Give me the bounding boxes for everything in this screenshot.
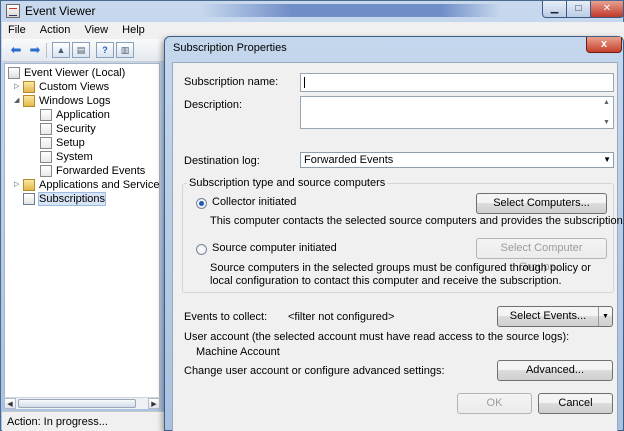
tree-item-subscriptions[interactable]: Subscriptions [23, 192, 107, 206]
dialog-body: Subscription name: Description: ▲ ▼ Dest… [172, 62, 624, 431]
collector-initiated-description: This computer contacts the selected sour… [210, 215, 624, 227]
description-scrollbar[interactable]: ▲ ▼ [601, 97, 613, 128]
log-icon [40, 151, 52, 163]
scrollbar-thumb[interactable] [18, 399, 136, 408]
tree-item-event-viewer-local[interactable]: Event Viewer (Local) [8, 66, 125, 80]
events-to-collect-label: Events to collect: [184, 311, 268, 323]
menu-action[interactable]: Action [34, 22, 76, 36]
source-initiated-radio[interactable] [196, 244, 207, 255]
source-initiated-description-line1: Source computers in the selected groups … [210, 262, 591, 274]
log-icon [40, 123, 52, 135]
select-computers-button[interactable]: Select Computers... [476, 193, 607, 214]
folder-icon [23, 179, 35, 191]
help-icon[interactable]: ? [96, 42, 114, 58]
subscriptions-icon [23, 193, 35, 205]
back-arrow-icon[interactable]: ⬅ [7, 42, 25, 58]
title-bar[interactable]: Event Viewer [1, 1, 623, 21]
destination-log-value: Forwarded Events [304, 154, 394, 166]
folder-icon [23, 81, 35, 93]
forward-arrow-icon[interactable]: ➡ [26, 42, 44, 58]
cancel-button[interactable]: Cancel [538, 393, 613, 414]
expand-icon[interactable]: ▷ [14, 80, 23, 94]
subscription-name-label: Subscription name: [184, 76, 279, 88]
navigation-tree: Event Viewer (Local) ▷ Custom Views ◢ Wind… [4, 63, 160, 409]
show-hide-tree-icon[interactable]: ▤ [72, 42, 90, 58]
destination-log-label: Destination log: [184, 155, 260, 167]
scroll-up-icon[interactable]: ▲ [603, 99, 610, 106]
expand-icon[interactable]: ▷ [14, 178, 23, 192]
menu-view[interactable]: View [78, 22, 113, 36]
source-initiated-label[interactable]: Source computer initiated [212, 242, 337, 254]
close-button[interactable]: ✕ [590, 1, 624, 18]
toolbar-separator [46, 43, 47, 58]
chevron-down-icon: ▼ [603, 155, 611, 164]
up-folder-icon[interactable]: ▲ [52, 42, 70, 58]
collector-initiated-label[interactable]: Collector initiated [212, 196, 296, 208]
description-input[interactable]: ▲ ▼ [300, 96, 614, 129]
user-account-label: User account (the selected account must … [184, 331, 570, 343]
select-events-button[interactable]: Select Events... ▼ [497, 306, 613, 327]
tree-horizontal-scrollbar[interactable]: ◀ ▶ [4, 397, 160, 409]
subscription-type-group-title: Subscription type and source computers [187, 177, 388, 189]
tree-item-security[interactable]: Security [40, 122, 96, 136]
log-icon [40, 109, 52, 121]
folder-icon [23, 95, 35, 107]
advanced-button[interactable]: Advanced... [497, 360, 613, 381]
tree-item-setup[interactable]: Setup [40, 136, 85, 150]
select-computer-groups-button[interactable]: Select Computer Groups... [476, 238, 607, 273]
description-label: Description: [184, 99, 243, 111]
window-title: Event Viewer [25, 4, 96, 18]
minimize-button[interactable]: ▁ [542, 1, 567, 18]
log-icon [40, 137, 52, 149]
tree-item-custom-views[interactable]: ▷ Custom Views [14, 80, 109, 94]
scroll-left-icon[interactable]: ◀ [4, 398, 16, 409]
select-events-label: Select Events... [509, 310, 587, 322]
dialog-title: Subscription Properties [173, 42, 287, 54]
tree-item-forwarded-events[interactable]: Forwarded Events [40, 164, 145, 178]
dialog-close-button[interactable]: x [586, 37, 622, 53]
menu-file[interactable]: File [2, 22, 31, 36]
events-filter-value: <filter not configured> [288, 311, 395, 323]
dropdown-arrow-icon[interactable]: ▼ [598, 307, 612, 326]
collapse-icon[interactable]: ◢ [14, 94, 23, 108]
show-hide-action-pane-icon[interactable]: ▥ [116, 42, 134, 58]
destination-log-select[interactable]: Forwarded Events ▼ [300, 152, 614, 168]
background-window-strip [201, 4, 501, 17]
subscription-properties-dialog: Subscription Properties x Subscription n… [164, 36, 624, 431]
maximize-button[interactable]: □ [566, 1, 591, 18]
subscription-name-input[interactable] [300, 73, 614, 92]
source-initiated-description-line2: local configuration to contact this comp… [210, 275, 562, 287]
tree-item-application[interactable]: Application [40, 108, 110, 122]
menu-help[interactable]: Help [116, 22, 150, 36]
computer-icon [8, 67, 20, 79]
event-viewer-app-icon [6, 4, 20, 18]
user-account-value: Machine Account [196, 346, 280, 358]
collector-initiated-radio[interactable] [196, 198, 207, 209]
text-caret [304, 77, 305, 88]
advanced-settings-label: Change user account or configure advance… [184, 365, 445, 377]
tree-item-windows-logs[interactable]: ◢ Windows Logs [14, 94, 111, 108]
tree-item-applications-and-services-logs[interactable]: ▷Applications and Services Lo [14, 178, 159, 192]
tree-item-system[interactable]: System [40, 150, 93, 164]
log-icon [40, 165, 52, 177]
ok-button[interactable]: OK [457, 393, 532, 414]
scroll-right-icon[interactable]: ▶ [148, 398, 160, 409]
scroll-down-icon[interactable]: ▼ [603, 119, 610, 126]
